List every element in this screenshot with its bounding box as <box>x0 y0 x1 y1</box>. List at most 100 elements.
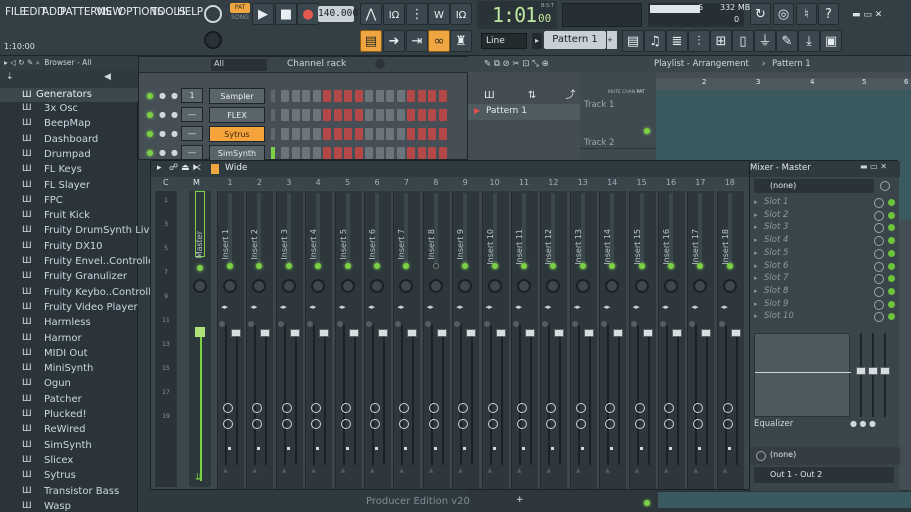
step-button[interactable] <box>365 109 373 121</box>
insert-route-knob[interactable] <box>370 403 380 413</box>
stereo-separation-icon[interactable]: ◂▸ <box>427 303 434 311</box>
insert-volume-fader[interactable] <box>436 329 447 337</box>
timeline-ruler[interactable]: 2 3 4 5 6 <box>656 78 911 90</box>
slot-led[interactable] <box>888 275 895 283</box>
browser-item[interactable]: Ш Harmor <box>0 332 138 347</box>
stereo-separation-icon[interactable]: ◂▸ <box>721 303 728 311</box>
master-volume-knob[interactable] <box>204 5 222 23</box>
effect-slot[interactable]: ▸ Slot 9 <box>754 299 896 311</box>
browser-item[interactable]: Ш ReWired <box>0 423 138 438</box>
step-button[interactable] <box>323 147 331 159</box>
insert-strip[interactable]: 3 Insert 3 ◂▸ ▲ <box>275 177 303 489</box>
piano-icon-group[interactable]: Ш ⇅ ⤴ <box>484 86 575 101</box>
stereo-separation-icon[interactable]: ◂▸ <box>544 303 551 311</box>
insert-send-button[interactable] <box>223 419 233 429</box>
insert-strip[interactable]: 12 Insert 12 ◂▸ ▲ <box>540 177 568 489</box>
track-1-led[interactable] <box>644 128 650 134</box>
insert-route-knob[interactable] <box>634 403 645 413</box>
insert-strip[interactable]: 6 Insert 6 ◂▸ ▲ <box>364 177 391 489</box>
insert-strip[interactable]: 10 Insert 10 ◂▸ ▲ <box>481 177 509 489</box>
insert-volume-fader[interactable] <box>378 329 388 337</box>
step-button[interactable] <box>375 147 384 159</box>
slot-led[interactable] <box>888 199 895 206</box>
insert-volume-fader[interactable] <box>730 329 741 337</box>
step-button[interactable] <box>354 90 363 102</box>
browser-tools-icon[interactable]: ▸ ◁ ↻ ✎ ⌕ <box>4 58 40 67</box>
browser-item[interactable]: Ш Fruit Kick <box>0 209 138 224</box>
channel-number[interactable]: 1 <box>181 88 203 103</box>
step-button[interactable] <box>428 147 436 159</box>
master-pan-knob[interactable] <box>193 279 207 293</box>
step-button[interactable] <box>375 109 384 121</box>
insert-route-knob[interactable] <box>223 403 233 413</box>
close-icon[interactable]: ✕ <box>875 10 883 20</box>
step-button[interactable] <box>354 109 363 121</box>
insert-send-button[interactable] <box>575 419 586 429</box>
step-button[interactable] <box>302 147 310 159</box>
channel-rack-button[interactable]: ≣ <box>666 30 688 52</box>
insert-volume-fader[interactable] <box>495 329 506 337</box>
select-button[interactable]: ⇥ <box>406 30 428 52</box>
stereo-separation-icon[interactable]: ◂▸ <box>486 303 493 311</box>
play-button[interactable]: ▶ <box>252 3 274 25</box>
insert-volume-fader[interactable] <box>613 329 624 337</box>
slot-led[interactable] <box>888 313 895 321</box>
insert-pan-knob[interactable] <box>340 279 355 293</box>
step-button[interactable] <box>302 128 310 140</box>
channel-mute-icon[interactable]: ● <box>159 110 166 119</box>
slot-led[interactable] <box>888 211 895 219</box>
step-button[interactable] <box>333 147 342 159</box>
eq-sliders[interactable] <box>856 333 896 417</box>
eq-knobs[interactable]: ● ● ● <box>850 419 876 428</box>
browser-item[interactable]: Ш 3x Osc <box>0 102 138 117</box>
wait-button[interactable]: IΩ <box>383 3 405 25</box>
browser-item[interactable]: Ш Ogun <box>0 377 138 392</box>
arrow-button[interactable]: ➜ <box>383 30 405 52</box>
insert-pan-knob[interactable] <box>517 279 531 293</box>
slot-led[interactable] <box>888 262 895 270</box>
output-select[interactable]: Out 1 - Out 2 <box>754 467 894 483</box>
step-button[interactable] <box>281 128 289 140</box>
insert-mute-led[interactable] <box>668 263 674 269</box>
channel-select-bar[interactable] <box>271 90 275 102</box>
insert-route-knob[interactable] <box>428 403 439 413</box>
effect-slot[interactable]: ▸ Slot 5 <box>754 248 896 260</box>
layout-button[interactable]: ▣ <box>820 30 842 52</box>
step-button[interactable] <box>344 109 352 121</box>
insert-pan-knob[interactable] <box>664 279 678 293</box>
stamp-button[interactable]: ♜ <box>450 30 472 52</box>
insert-strip[interactable]: 7 Insert 7 ◂▸ ▲ <box>393 177 421 489</box>
insert-route-knob[interactable] <box>575 403 586 413</box>
browser-item[interactable]: Ш MIDI Out <box>0 347 138 362</box>
channel-led[interactable] <box>147 131 153 137</box>
step-button[interactable] <box>438 109 447 121</box>
slot-mix-knob[interactable] <box>874 286 884 297</box>
stereo-separation-icon[interactable]: ◂▸ <box>456 303 463 311</box>
step-button[interactable] <box>396 128 405 140</box>
insert-strip[interactable]: 13 Insert 13 ◂▸ ▲ <box>569 177 597 489</box>
insert-send-button[interactable] <box>340 419 351 429</box>
channel-led[interactable] <box>147 150 153 156</box>
stereo-separation-icon[interactable]: ◂▸ <box>633 303 640 311</box>
channel-pan-icon[interactable]: ● <box>171 129 178 138</box>
insert-strip[interactable]: 1 Insert 1 ◂▸ ▲ <box>217 177 244 489</box>
step-button[interactable] <box>281 109 289 121</box>
step-button[interactable] <box>407 109 415 121</box>
stereo-separation-icon[interactable]: ◂▸ <box>662 303 669 311</box>
browser-item[interactable]: Ш Sytrus <box>0 469 138 484</box>
insert-strip[interactable]: 8 Insert 8 ◂▸ ▲ <box>422 177 450 489</box>
playlist-tools-icon[interactable]: ✎ ⧉ ⊘ ✂ ⊡ ⤡ ⊕ <box>484 56 549 72</box>
step-button[interactable] <box>291 109 300 121</box>
stereo-separation-icon[interactable]: ◂▸ <box>368 303 375 311</box>
insert-strip[interactable]: 5 Insert 5 ◂▸ ▲ <box>334 177 362 489</box>
speaker-icon[interactable]: ◀ <box>104 72 111 82</box>
snap-select[interactable]: Line <box>481 33 527 49</box>
step-button[interactable] <box>281 147 289 159</box>
channel-name-button[interactable]: Sampler <box>209 88 265 104</box>
piano-roll-button[interactable]: ♫ <box>644 30 666 52</box>
preset-round-button[interactable] <box>880 181 890 191</box>
step-button[interactable] <box>281 90 289 102</box>
browser-item[interactable]: Ш Slicex <box>0 454 138 469</box>
insert-strip[interactable]: 15 Insert 15 ◂▸ ▲ <box>628 177 656 489</box>
step-button[interactable] <box>417 147 426 159</box>
